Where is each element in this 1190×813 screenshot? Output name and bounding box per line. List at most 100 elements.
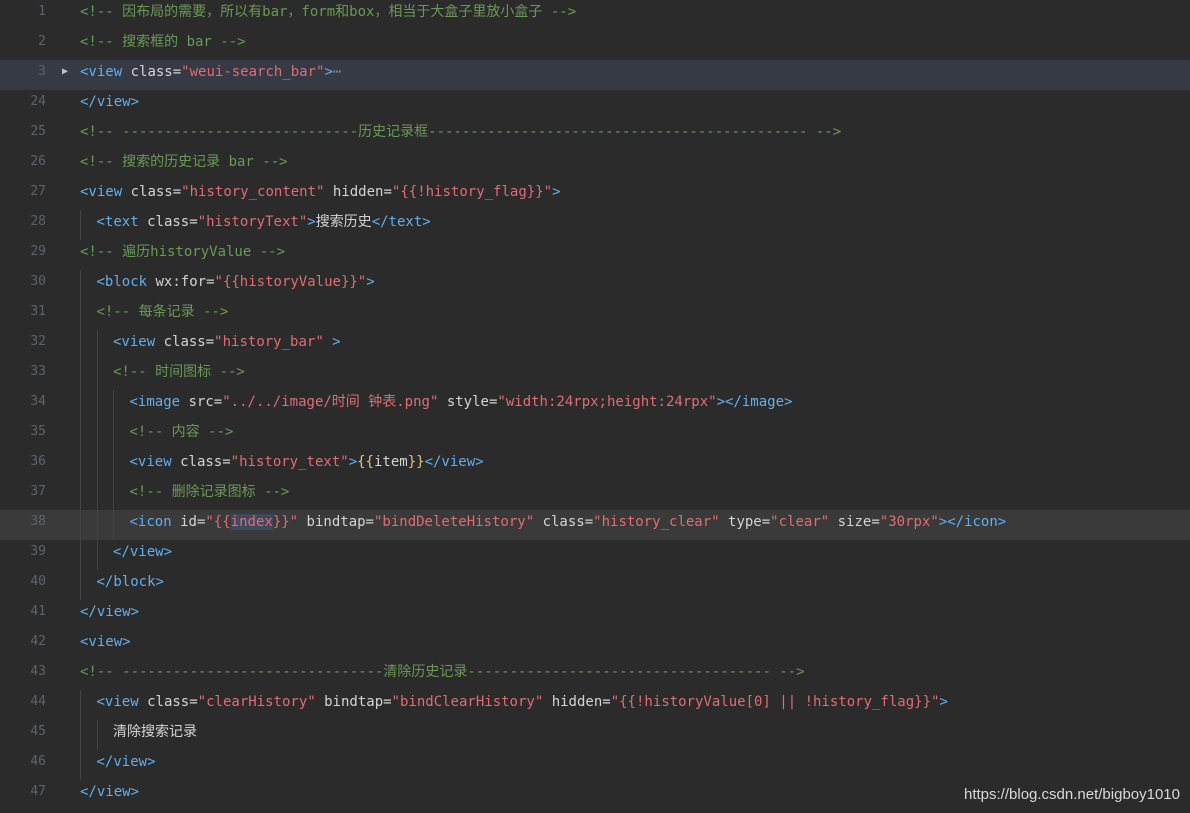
code-token: 搜索历史	[315, 214, 372, 230]
code-text[interactable]: <view class="history_text">{{item}}</vie…	[130, 450, 484, 474]
indent-guide	[113, 390, 114, 420]
line-number: 45	[30, 724, 46, 739]
code-line[interactable]: 26 <!-- 搜索的历史记录 bar -->	[0, 150, 1190, 180]
code-line[interactable]: 44 <view class="clearHistory" bindtap="bi…	[0, 690, 1190, 720]
line-number: 3	[38, 64, 46, 79]
code-text[interactable]: <image src="../../image/时间 钟表.png" style…	[130, 390, 793, 414]
indent-guide	[96, 360, 98, 390]
code-token: ></image>	[716, 394, 793, 410]
code-text[interactable]: <!-- 搜索的历史记录 bar -->	[80, 150, 288, 174]
code-token: class=	[534, 514, 594, 530]
code-line[interactable]: 45 清除搜索记录	[0, 720, 1190, 750]
code-line[interactable]: 29 <!-- 遍历historyValue -->	[0, 240, 1190, 270]
code-line[interactable]: 37 <!-- 删除记录图标 -->	[0, 480, 1190, 510]
code-text[interactable]: </view>	[80, 90, 139, 114]
code-text[interactable]: </view>	[80, 600, 139, 624]
code-token: }}	[407, 454, 425, 470]
code-token: class=	[138, 214, 198, 230]
code-text[interactable]: <view class="weui-search_bar">⋯	[80, 60, 341, 84]
code-text[interactable]: </view>	[113, 540, 172, 564]
line-number: 26	[30, 154, 46, 169]
code-line[interactable]: 40 </block>	[0, 570, 1190, 600]
code-line[interactable]: 2 <!-- 搜索框的 bar -->	[0, 30, 1190, 60]
code-token: "{{historyValue}}"	[214, 274, 367, 290]
code-line[interactable]: 41 </view>	[0, 600, 1190, 630]
line-number: 33	[30, 364, 46, 379]
line-number: 29	[30, 244, 46, 259]
indent-guide	[80, 270, 81, 300]
code-token: <!-- 时间图标 -->	[113, 364, 245, 380]
code-token: item	[373, 454, 408, 470]
code-text[interactable]: </block>	[97, 570, 164, 594]
code-text[interactable]: </view>	[97, 750, 156, 774]
code-token: <!-- 删除记录图标 -->	[129, 484, 290, 500]
code-token: "{{!historyValue[0] || !history_flag}}"	[610, 694, 940, 710]
code-token: >	[307, 214, 316, 230]
code-token: <view	[113, 334, 156, 350]
code-token: size=	[829, 514, 880, 530]
indent-guide	[80, 540, 81, 570]
code-text[interactable]: <text class="historyText">搜索历史</text>	[97, 210, 431, 234]
code-line[interactable]: 39 </view>	[0, 540, 1190, 570]
code-line[interactable]: 43 <!-- -------------------------------清除…	[0, 660, 1190, 690]
code-text[interactable]: <icon id="{{index}}" bindtap="bindDelete…	[130, 510, 1007, 534]
line-number: 36	[30, 454, 46, 469]
code-token: ></icon>	[938, 514, 1007, 530]
code-token: type=	[719, 514, 771, 530]
code-text[interactable]: <view class="history_bar" >	[113, 330, 341, 354]
code-line[interactable]: 30 <block wx:for="{{historyValue}}">	[0, 270, 1190, 300]
code-text[interactable]: <view class="history_content" hidden="{{…	[80, 180, 561, 204]
indent-guide	[113, 420, 114, 450]
indent-guide	[80, 390, 81, 420]
code-text[interactable]: <block wx:for="{{historyValue}}">	[97, 270, 375, 294]
code-text[interactable]: <!-- 删除记录图标 -->	[130, 480, 290, 504]
code-line[interactable]: 25 <!-- ----------------------------历史记录框…	[0, 120, 1190, 150]
code-line[interactable]: 27 <view class="history_content" hidden="…	[0, 180, 1190, 210]
code-token: <!-- 遍历historyValue -->	[80, 244, 286, 260]
code-line[interactable]: 34 <image src="../../image/时间 钟表.png" sty…	[0, 390, 1190, 420]
code-text[interactable]: <!-- 内容 -->	[130, 420, 234, 444]
code-text[interactable]: <view>	[80, 630, 131, 654]
code-token: <!-- ----------------------------历史记录框--…	[80, 124, 842, 140]
code-token: <!-- -------------------------------清除历史…	[80, 664, 805, 680]
code-line[interactable]: 42 <view>	[0, 630, 1190, 660]
code-line[interactable]: 38 <icon id="{{index}}" bindtap="bindDele…	[0, 510, 1190, 540]
code-text[interactable]: </view>	[80, 780, 139, 804]
fold-arrow-icon[interactable]: ▶	[62, 60, 68, 84]
code-token: >	[348, 454, 358, 470]
code-text[interactable]: 清除搜索记录	[113, 720, 197, 744]
watermark: https://blog.csdn.net/bigboy1010	[964, 786, 1180, 803]
code-token: "history_clear"	[593, 514, 720, 530]
code-token: id=	[171, 514, 206, 530]
code-text[interactable]: <!-- 遍历historyValue -->	[80, 240, 285, 264]
code-text[interactable]: <!-- 时间图标 -->	[113, 360, 245, 384]
indent-guide	[96, 390, 98, 420]
code-lines[interactable]: 1 <!-- 因布局的需要，所以有bar，form和box，相当于大盒子里放小盒子…	[0, 0, 1190, 810]
code-token: <image	[129, 394, 181, 410]
code-line[interactable]: 24 </view>	[0, 90, 1190, 120]
code-text[interactable]: <view class="clearHistory" bindtap="bind…	[97, 690, 948, 714]
indent-guide	[80, 210, 81, 240]
code-text[interactable]: <!-- -------------------------------清除历史…	[80, 660, 805, 684]
code-line[interactable]: 32 <view class="history_bar" >	[0, 330, 1190, 360]
code-token: "history_bar"	[214, 334, 324, 350]
code-token: <view>	[80, 634, 131, 650]
code-token: </view>	[96, 754, 156, 770]
code-editor[interactable]: 1 <!-- 因布局的需要，所以有bar，form和box，相当于大盒子里放小盒子…	[0, 0, 1190, 813]
code-text[interactable]: <!-- ----------------------------历史记录框--…	[80, 120, 841, 144]
code-line[interactable]: 33 <!-- 时间图标 -->	[0, 360, 1190, 390]
code-text[interactable]: <!-- 每条记录 -->	[97, 300, 229, 324]
indent-guide	[113, 510, 114, 540]
code-line[interactable]: 36 <view class="history_text">{{item}}</v…	[0, 450, 1190, 480]
code-token: "../../image/时间 钟表.png"	[222, 394, 439, 410]
line-number: 34	[30, 394, 46, 409]
code-line[interactable]: 31 <!-- 每条记录 -->	[0, 300, 1190, 330]
code-line[interactable]: 1 <!-- 因布局的需要，所以有bar，form和box，相当于大盒子里放小盒子…	[0, 0, 1190, 30]
code-line[interactable]: 46 </view>	[0, 750, 1190, 780]
code-line[interactable]: 28 <text class="historyText">搜索历史</text>	[0, 210, 1190, 240]
indent-guide	[80, 450, 81, 480]
code-text[interactable]: <!-- 搜索框的 bar -->	[80, 30, 246, 54]
code-text[interactable]: <!-- 因布局的需要，所以有bar，form和box，相当于大盒子里放小盒子 …	[80, 0, 576, 24]
code-line[interactable]: 35 <!-- 内容 -->	[0, 420, 1190, 450]
code-line[interactable]: 3 ▶ <view class="weui-search_bar">⋯	[0, 60, 1190, 90]
